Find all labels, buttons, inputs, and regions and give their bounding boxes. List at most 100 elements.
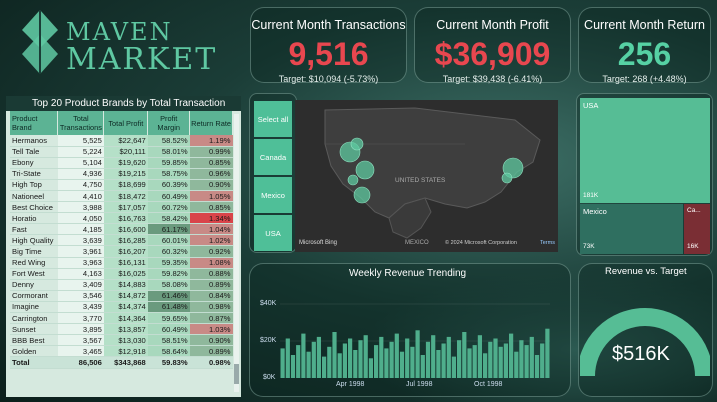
weekly-revenue-bar[interactable]: [545, 328, 550, 378]
weekly-revenue-bar[interactable]: [467, 348, 472, 378]
map-terms-link[interactable]: Terms: [540, 240, 555, 246]
cell-margin: 59.82%: [147, 268, 190, 280]
cell-brand: Sunset: [10, 323, 58, 336]
weekly-revenue-bar[interactable]: [524, 345, 529, 378]
cell-margin: 60.49%: [147, 190, 190, 203]
table-row[interactable]: Tri-State 4,936 $19,215 58.75% 0.96%: [10, 168, 233, 180]
table-row[interactable]: Hermanos 5,525 $22,647 58.52% 1.19%: [10, 135, 233, 147]
weekly-revenue-bar[interactable]: [436, 350, 441, 378]
weekly-revenue-bar[interactable]: [337, 353, 342, 378]
weekly-revenue-bar[interactable]: [368, 358, 373, 378]
weekly-revenue-bar[interactable]: [285, 338, 290, 379]
weekly-revenue-bar[interactable]: [322, 356, 327, 378]
map-copyright: © 2024 Microsoft Corporation: [445, 240, 517, 246]
weekly-revenue-bar[interactable]: [296, 345, 301, 378]
weekly-revenue-bar[interactable]: [342, 343, 347, 379]
weekly-revenue-bar[interactable]: [384, 348, 389, 378]
column-header[interactable]: Return Rate: [189, 111, 233, 135]
weekly-revenue-bar[interactable]: [327, 346, 332, 378]
weekly-revenue-bar[interactable]: [529, 336, 534, 378]
column-header[interactable]: Total Profit: [103, 111, 149, 135]
weekly-revenue-bar[interactable]: [477, 335, 482, 378]
table-row[interactable]: Best Choice 3,988 $17,057 60.72% 0.85%: [10, 201, 233, 214]
weekly-revenue-bar[interactable]: [280, 348, 285, 378]
weekly-revenue-bar[interactable]: [514, 351, 519, 378]
weekly-revenue-bar[interactable]: [399, 351, 405, 378]
weekly-revenue-bar[interactable]: [425, 341, 431, 378]
weekly-revenue-bar[interactable]: [306, 351, 311, 378]
table-row[interactable]: Cormorant 3,546 $14,872 61.46% 0.84%: [10, 290, 233, 302]
cell-margin: 60.39%: [147, 179, 190, 191]
weekly-revenue-bar[interactable]: [420, 355, 425, 378]
weekly-revenue-bar[interactable]: [405, 338, 410, 379]
column-header[interactable]: Total Transactions: [57, 111, 105, 135]
treemap-usa[interactable]: [580, 98, 710, 203]
table-row[interactable]: Fort West 4,163 $16,025 59.82% 0.88%: [10, 268, 233, 280]
weekly-revenue-bar[interactable]: [457, 340, 462, 378]
weekly-revenue-bar[interactable]: [332, 332, 337, 378]
weekly-revenue-bar[interactable]: [446, 336, 451, 378]
column-header[interactable]: Profit Margin: [147, 111, 191, 135]
slicer-canada[interactable]: Canada: [254, 139, 292, 175]
table-row[interactable]: Nationeel 4,410 $18,472 60.49% 1.05%: [10, 190, 233, 203]
weekly-revenue-bar[interactable]: [311, 341, 316, 378]
table-row[interactable]: High Top 4,750 $18,699 60.39% 0.90%: [10, 179, 233, 191]
leaf-icon: [22, 10, 58, 74]
table-row[interactable]: High Quality 3,639 $16,285 60.01% 1.02%: [10, 234, 233, 247]
kpi-card-return: Current Month Return 256 Target: 268 (+4…: [578, 7, 711, 84]
table-row[interactable]: Red Wing 3,963 $16,131 59.35% 1.08%: [10, 257, 233, 269]
weekly-revenue-bar[interactable]: [358, 340, 363, 378]
table-row[interactable]: Carrington 3,770 $14,364 59.65% 0.87%: [10, 312, 233, 325]
weekly-revenue-bar[interactable]: [316, 336, 321, 378]
weekly-revenue-bar[interactable]: [394, 333, 399, 378]
slicer-select-all[interactable]: Select all: [254, 101, 292, 137]
cell-return-rate: 0.92%: [189, 245, 233, 258]
table-row[interactable]: Horatio 4,050 $16,763 58.42% 1.34%: [10, 212, 233, 225]
weekly-revenue-bar[interactable]: [488, 341, 493, 378]
weekly-revenue-bar[interactable]: [540, 343, 545, 379]
table-row[interactable]: Tell Tale 5,224 $20,111 58.01% 0.99%: [10, 146, 233, 158]
table-row[interactable]: BBB Best 3,567 $13,030 58.51% 0.90%: [10, 334, 233, 347]
table-scrollbar[interactable]: [234, 114, 239, 392]
weekly-revenue-bar[interactable]: [301, 333, 306, 378]
column-header[interactable]: Product Brand: [10, 111, 59, 135]
weekly-revenue-bar[interactable]: [389, 341, 394, 378]
weekly-revenue-bar[interactable]: [374, 345, 379, 378]
weekly-revenue-bar[interactable]: [503, 343, 508, 379]
map-canvas: [324, 107, 541, 239]
weekly-revenue-bar[interactable]: [519, 340, 524, 378]
cell-return-rate: 1.03%: [189, 323, 233, 336]
weekly-revenue-bar[interactable]: [493, 338, 498, 379]
cell-transactions: 4,185: [57, 223, 104, 236]
weekly-revenue-bar[interactable]: [451, 356, 456, 378]
table-row[interactable]: Sunset 3,895 $13,857 60.49% 1.03%: [10, 323, 233, 336]
weekly-revenue-bar[interactable]: [462, 332, 467, 378]
weekly-revenue-bar[interactable]: [534, 355, 540, 378]
slicer-mexico[interactable]: Mexico: [254, 177, 292, 213]
table-row[interactable]: Big Time 3,961 $16,207 60.32% 0.92%: [10, 245, 233, 258]
weekly-revenue-bar[interactable]: [348, 338, 353, 379]
cell-profit: $16,025: [103, 268, 148, 280]
table-row[interactable]: Denny 3,409 $14,883 58.08% 0.89%: [10, 279, 233, 291]
weekly-revenue-bar[interactable]: [441, 343, 446, 379]
weekly-revenue-bar[interactable]: [363, 335, 368, 378]
table-row[interactable]: Imagine 3,439 $14,374 61.48% 0.98%: [10, 301, 233, 314]
weekly-revenue-bar[interactable]: [290, 355, 296, 378]
table-row[interactable]: Fast 4,185 $16,600 61.17% 1.04%: [10, 223, 233, 236]
weekly-revenue-bar[interactable]: [431, 335, 436, 378]
weekly-revenue-bar[interactable]: [415, 330, 420, 378]
weekly-revenue-bar[interactable]: [498, 346, 503, 378]
table-row[interactable]: Golden 3,465 $12,918 58.64% 0.89%: [10, 345, 233, 358]
slicer-usa[interactable]: USA: [254, 215, 292, 251]
weekly-revenue-bar[interactable]: [509, 333, 514, 378]
weekly-revenue-bar[interactable]: [483, 353, 488, 378]
table-total-row[interactable]: Total 86,506 $343,868 59.83% 0.98%: [10, 356, 233, 370]
weekly-revenue-bar[interactable]: [472, 345, 477, 378]
weekly-revenue-bar[interactable]: [353, 350, 358, 378]
weekly-revenue-bar[interactable]: [379, 336, 384, 378]
cell-brand: Denny: [10, 279, 58, 291]
brand-table-title: Top 20 Product Brands by Total Transacti…: [6, 96, 241, 111]
table-row[interactable]: Ebony 5,104 $19,620 59.85% 0.85%: [10, 157, 233, 169]
revenue-map[interactable]: UNITED STATES MEXICO Microsoft Bing © 20…: [295, 100, 558, 252]
weekly-revenue-bar[interactable]: [410, 346, 415, 378]
